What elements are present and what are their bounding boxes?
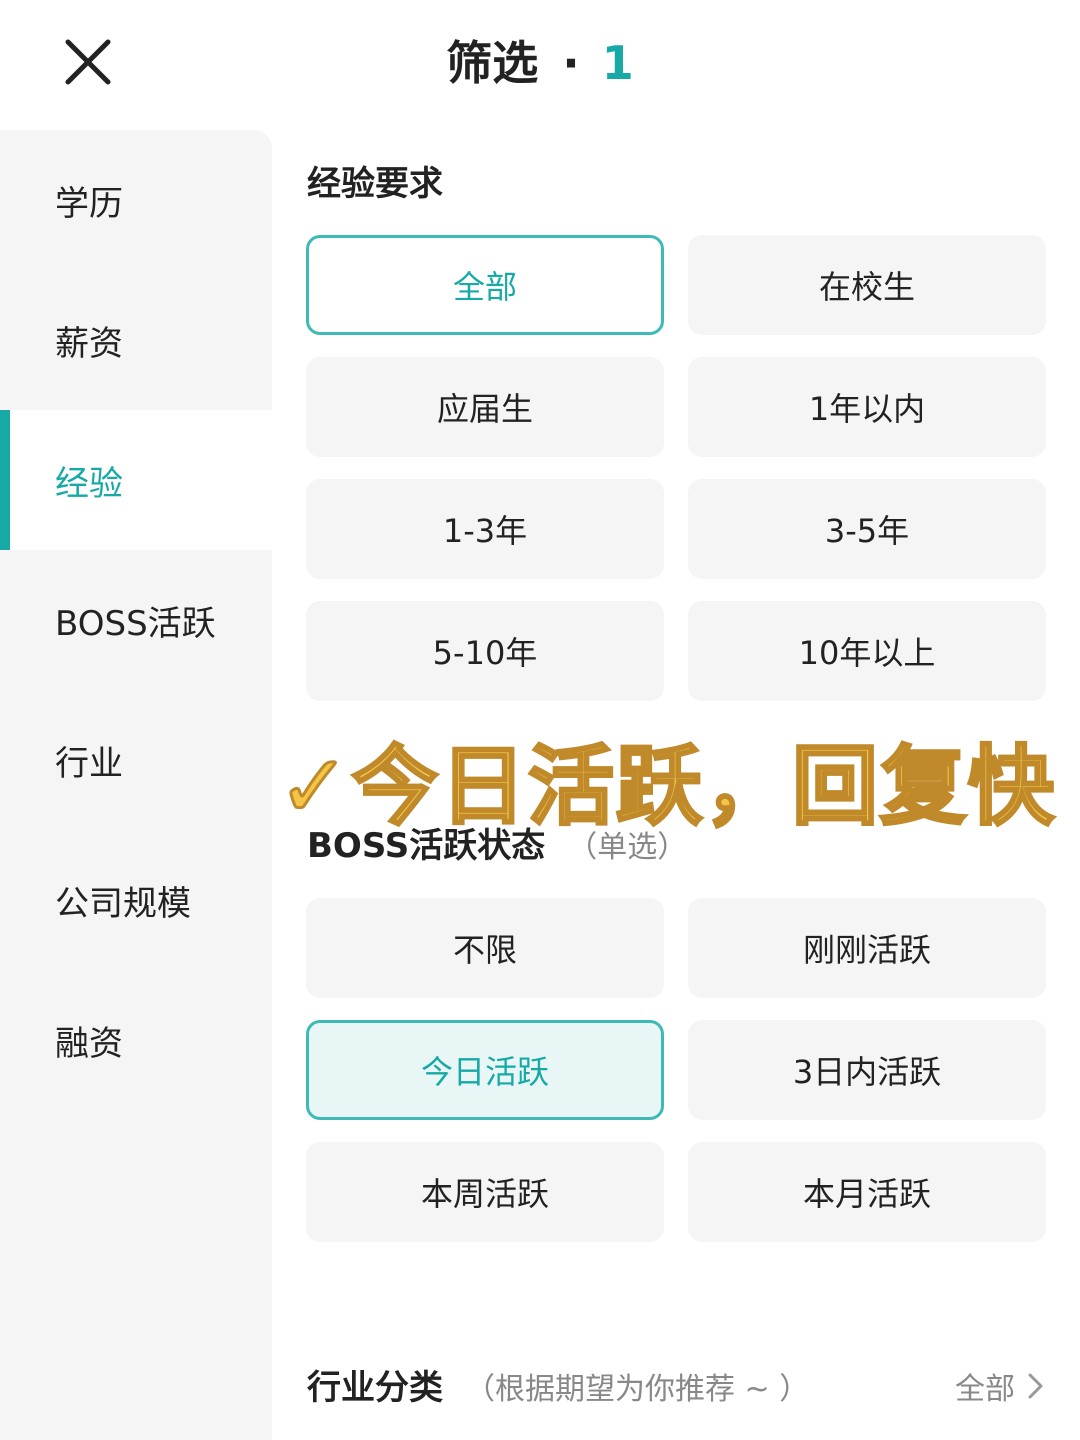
boss-option-this-month[interactable]: 本月活跃 — [688, 1142, 1046, 1242]
sidebar: 学历 薪资 经验 BOSS活跃 行业 公司规模 融资 — [0, 130, 272, 1440]
boss-option-unlimited[interactable]: 不限 — [306, 898, 664, 998]
single-select-hint: （单选） — [567, 830, 688, 865]
experience-option-1-3y[interactable]: 1-3年 — [306, 479, 664, 579]
industry-hint: （根据期望为你推荐 ~ ） — [465, 1372, 810, 1407]
boss-option-just-active[interactable]: 刚刚活跃 — [688, 898, 1046, 998]
boss-active-title: BOSS活跃状态 — [307, 826, 546, 866]
chevron-right-icon — [1028, 1373, 1043, 1399]
experience-option-graduate[interactable]: 应届生 — [306, 357, 664, 457]
sidebar-item-label: 薪资 — [55, 323, 123, 364]
boss-option-this-week[interactable]: 本周活跃 — [306, 1142, 664, 1242]
sidebar-divider — [0, 400, 272, 410]
sidebar-item-education[interactable]: 学历 — [0, 130, 272, 270]
industry-title: 行业分类 — [307, 1368, 443, 1408]
sidebar-item-financing[interactable]: 融资 — [0, 970, 272, 1110]
sidebar-item-label: BOSS活跃 — [55, 603, 216, 644]
experience-option-all[interactable]: 全部 — [306, 235, 664, 335]
experience-section-title: 经验要求 — [307, 164, 443, 204]
sidebar-item-label: 行业 — [55, 743, 123, 784]
page-title: 筛选 · 1 — [0, 30, 1080, 96]
boss-option-3days[interactable]: 3日内活跃 — [688, 1020, 1046, 1120]
sidebar-item-salary[interactable]: 薪资 — [0, 270, 272, 410]
sidebar-item-label: 经验 — [55, 463, 123, 504]
sidebar-item-label: 融资 — [55, 1023, 123, 1064]
selected-count: 1 — [601, 36, 634, 90]
header: 筛选 · 1 — [0, 0, 1080, 130]
boss-active-section-title: BOSS活跃状态 （单选） — [307, 818, 687, 867]
sidebar-item-boss-active[interactable]: BOSS活跃 — [0, 550, 272, 690]
experience-option-student[interactable]: 在校生 — [688, 235, 1046, 335]
sidebar-item-label: 学历 — [55, 183, 123, 224]
experience-option-5-10y[interactable]: 5-10年 — [306, 601, 664, 701]
title-text: 筛选 — [446, 36, 539, 90]
sidebar-item-experience[interactable]: 经验 — [0, 410, 272, 550]
experience-option-3-5y[interactable]: 3-5年 — [688, 479, 1046, 579]
title-separator: · — [562, 36, 580, 90]
experience-option-under-1y[interactable]: 1年以内 — [688, 357, 1046, 457]
sidebar-divider — [0, 550, 272, 560]
sidebar-item-company-size[interactable]: 公司规模 — [0, 830, 272, 970]
boss-option-today[interactable]: 今日活跃 — [306, 1020, 664, 1120]
experience-option-over-10y[interactable]: 10年以上 — [688, 601, 1046, 701]
industry-all-link[interactable]: 全部 — [955, 1364, 1047, 1408]
sidebar-item-industry[interactable]: 行业 — [0, 690, 272, 830]
industry-section-title: 行业分类 （根据期望为你推荐 ~ ） — [307, 1360, 809, 1409]
industry-section-header: 行业分类 （根据期望为你推荐 ~ ） 全部 — [307, 1360, 1047, 1412]
sidebar-item-label: 公司规模 — [55, 883, 191, 924]
industry-all-label: 全部 — [955, 1372, 1015, 1407]
